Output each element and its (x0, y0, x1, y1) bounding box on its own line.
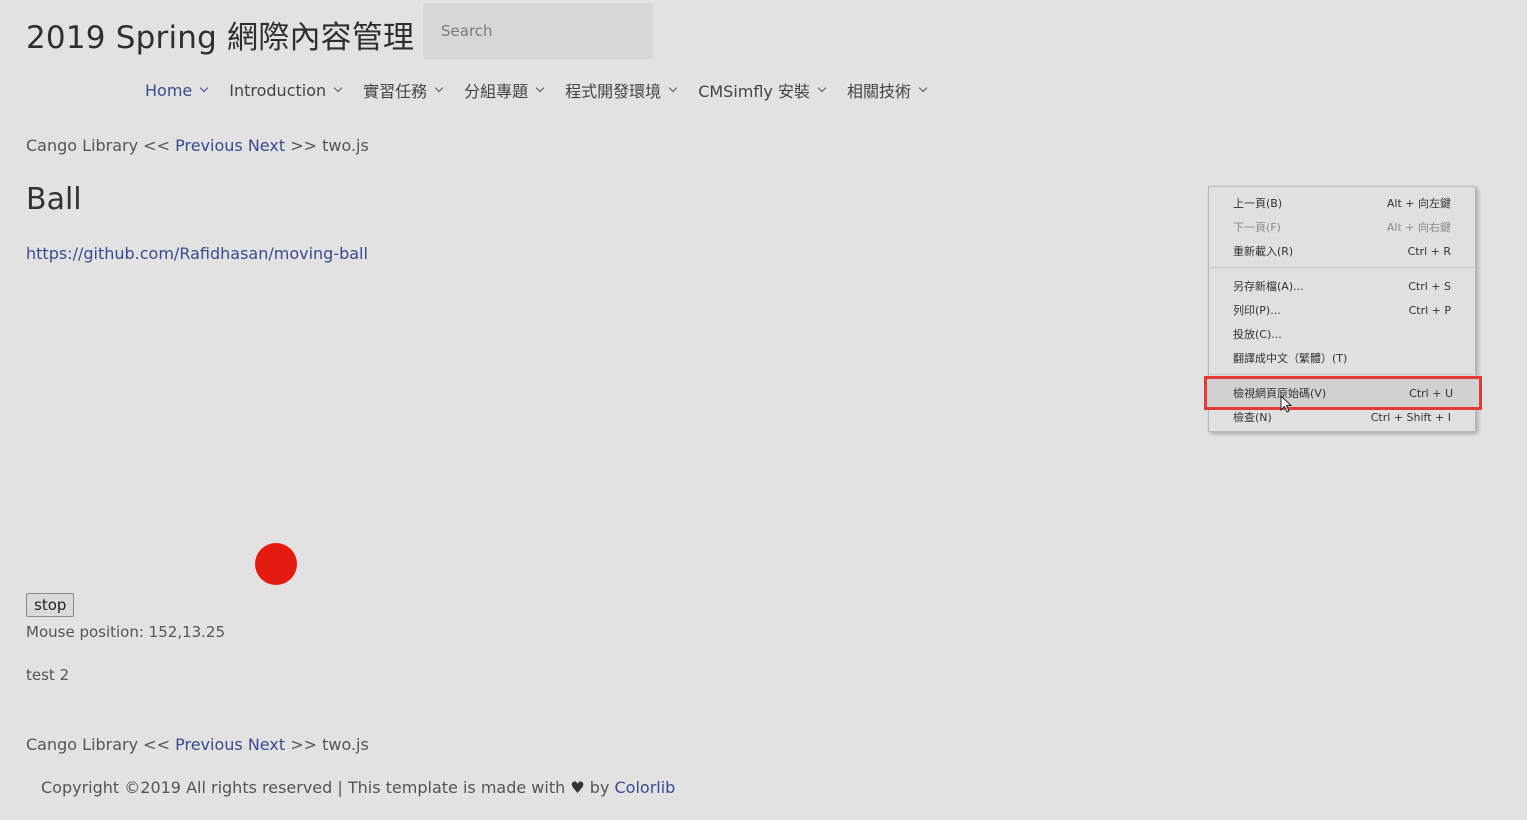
nav-item-tasks[interactable]: 實習任務 (363, 78, 444, 102)
github-link[interactable]: https://github.com/Rafidhasan/moving-bal… (26, 244, 368, 263)
menu-item-view-source[interactable]: 檢視網頁原始碼(V) Ctrl + U (1204, 376, 1482, 410)
nav-item-label: CMSimfly 安裝 (698, 82, 810, 101)
site-title[interactable]: 2019 Spring 網際內容管理 (26, 12, 414, 57)
menu-item-label: 檢查(N) (1233, 411, 1272, 424)
previous-link[interactable]: Previous (175, 136, 243, 155)
footer: Copyright ©2019 All rights reserved | Th… (41, 778, 675, 797)
breadcrumb-prefix: Cango Library << (26, 735, 170, 754)
nav-item-label: 實習任務 (363, 82, 428, 101)
menu-item-shortcut: Ctrl + P (1408, 303, 1451, 317)
main-nav: Home Introduction 實習任務 分組專題 程式開發環境 CMSim… (145, 78, 948, 102)
menu-item-shortcut: Ctrl + U (1409, 386, 1453, 400)
menu-item-label: 投放(C)... (1233, 328, 1282, 341)
chevron-down-icon (535, 83, 545, 93)
nav-item-home[interactable]: Home (145, 78, 209, 102)
menu-divider (1210, 374, 1474, 375)
previous-link[interactable]: Previous (175, 735, 243, 754)
nav-item-cmsimfly[interactable]: CMSimfly 安裝 (698, 78, 827, 102)
nav-item-dev-env[interactable]: 程式開發環境 (565, 78, 678, 102)
menu-item-print[interactable]: 列印(P)... Ctrl + P (1209, 299, 1475, 321)
chevron-down-icon (918, 83, 928, 93)
stop-button[interactable]: stop (26, 593, 75, 617)
breadcrumb-suffix: >> two.js (290, 136, 369, 155)
test-text: test 2 (26, 666, 70, 684)
menu-item-cast[interactable]: 投放(C)... (1209, 323, 1475, 345)
mouse-cursor-icon (1280, 395, 1292, 413)
menu-item-label: 下一頁(F) (1233, 221, 1281, 234)
footer-by: by (589, 778, 610, 797)
next-link[interactable]: Next (248, 735, 285, 754)
breadcrumb-top: Cango Library << Previous Next >> two.js (26, 136, 369, 155)
browser-page: 2019 Spring 網際內容管理 Home Introduction 實習任… (0, 0, 1527, 820)
search-input[interactable] (423, 3, 653, 59)
nav-item-label: 分組專題 (464, 82, 529, 101)
nav-item-introduction[interactable]: Introduction (229, 78, 343, 102)
menu-item-label: 列印(P)... (1233, 304, 1281, 317)
chevron-down-icon (434, 83, 444, 93)
moving-ball (255, 543, 297, 585)
menu-item-shortcut: Alt + 向右鍵 (1386, 221, 1451, 234)
breadcrumb-prefix: Cango Library << (26, 136, 170, 155)
nav-item-related-tech[interactable]: 相關技術 (847, 78, 928, 102)
chevron-down-icon (668, 83, 678, 93)
menu-divider (1210, 267, 1474, 268)
menu-item-shortcut: Ctrl + R (1407, 244, 1451, 258)
menu-item-label: 上一頁(B) (1233, 197, 1283, 210)
context-menu: 上一頁(B) Alt + 向左鍵 下一頁(F) Alt + 向右鍵 重新載入(R… (1204, 186, 1482, 432)
colorlib-link[interactable]: Colorlib (615, 778, 676, 797)
chevron-down-icon (200, 83, 209, 93)
footer-text: Copyright ©2019 All rights reserved | Th… (41, 778, 566, 797)
breadcrumb-suffix: >> two.js (290, 735, 369, 754)
menu-item-inspect[interactable]: 檢查(N) Ctrl + Shift + I (1209, 406, 1475, 428)
chevron-down-icon (333, 83, 343, 93)
nav-item-label: Introduction (229, 80, 327, 100)
nav-item-projects[interactable]: 分組專題 (464, 78, 545, 102)
menu-item-shortcut: Ctrl + S (1408, 279, 1451, 293)
nav-item-label: 程式開發環境 (565, 82, 662, 101)
menu-item-forward: 下一頁(F) Alt + 向右鍵 (1209, 216, 1475, 238)
ball-canvas[interactable] (26, 282, 446, 592)
next-link[interactable]: Next (248, 136, 285, 155)
menu-item-translate[interactable]: 翻譯成中文（繁體）(T) (1209, 347, 1475, 369)
nav-item-label: Home (145, 80, 193, 100)
menu-item-label: 翻譯成中文（繁體）(T) (1233, 352, 1348, 365)
chevron-down-icon (817, 83, 827, 93)
menu-item-label: 重新載入(R) (1233, 245, 1294, 258)
menu-item-back[interactable]: 上一頁(B) Alt + 向左鍵 (1209, 192, 1475, 214)
heart-icon: ♥ (570, 778, 585, 797)
menu-item-save-as[interactable]: 另存新檔(A)... Ctrl + S (1209, 275, 1475, 297)
mouse-position-readout: Mouse position: 152,13.25 (26, 623, 226, 641)
menu-item-label: 另存新檔(A)... (1233, 280, 1304, 293)
menu-item-reload[interactable]: 重新載入(R) Ctrl + R (1209, 240, 1475, 262)
breadcrumb-bottom: Cango Library << Previous Next >> two.js (26, 735, 369, 754)
menu-item-shortcut: Alt + 向左鍵 (1386, 197, 1451, 210)
nav-item-label: 相關技術 (847, 82, 912, 101)
menu-item-shortcut: Ctrl + Shift + I (1370, 410, 1451, 424)
page-title: Ball (26, 182, 82, 217)
